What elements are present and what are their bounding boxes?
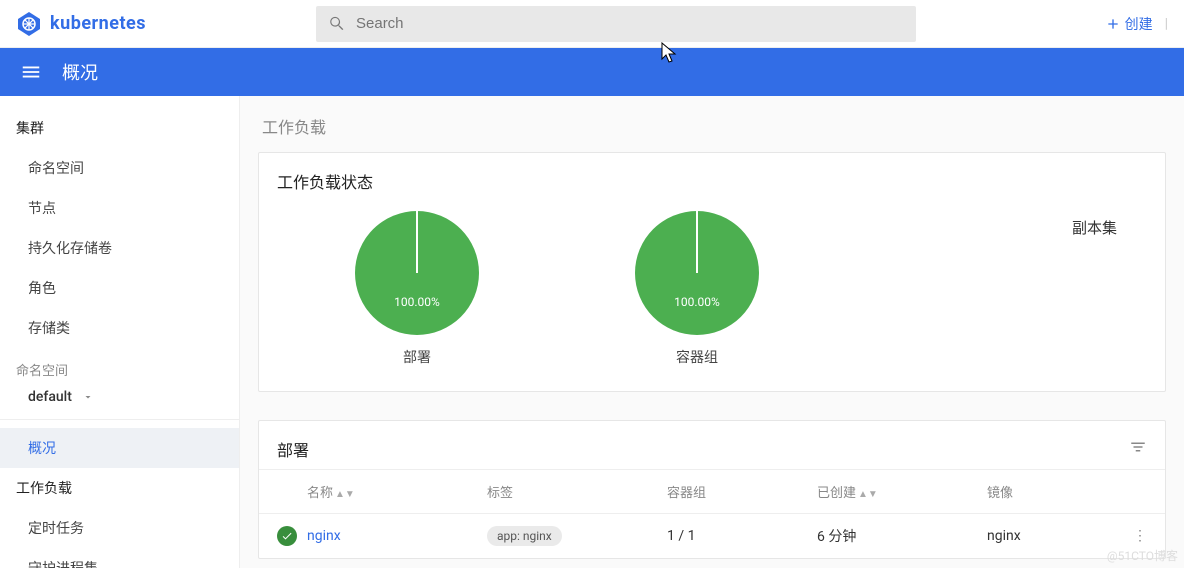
namespace-selector[interactable]: default <box>0 383 239 420</box>
status-card-title: 工作负载状态 <box>259 153 1165 201</box>
kubernetes-logo-icon <box>16 11 42 37</box>
logo[interactable]: kubernetes <box>16 11 316 37</box>
label-chip: app: nginx <box>487 526 562 546</box>
sidebar-item-nodes[interactable]: 节点 <box>0 188 239 228</box>
chart-pods: 100.00% 容器组 <box>557 211 837 367</box>
main-layout: 集群 命名空间 节点 持久化存储卷 角色 存储类 命名空间 default 概况… <box>0 96 1184 568</box>
charts-row: 100.00% 部署 100.00% 容器组 副本集 <box>259 201 1165 391</box>
page-title: 概况 <box>62 59 98 85</box>
create-label: 创建 <box>1125 14 1153 34</box>
create-button[interactable]: 创建 <box>1105 14 1153 34</box>
col-image[interactable]: 镜像 <box>987 482 1127 501</box>
col-created[interactable]: 已创建▲▼ <box>817 482 987 501</box>
sidebar-head-cluster[interactable]: 集群 <box>0 108 239 148</box>
col-labels[interactable]: 标签 <box>487 482 667 501</box>
deployment-link[interactable]: nginx <box>307 528 341 544</box>
action-bar: 概况 <box>0 48 1184 96</box>
cell-image: nginx <box>987 528 1127 544</box>
sidebar-head-workloads[interactable]: 工作负载 <box>0 468 239 508</box>
top-actions: 创建 | <box>1105 14 1168 34</box>
sidebar-item-storageclass[interactable]: 存储类 <box>0 308 239 348</box>
pie-percent: 100.00% <box>394 295 440 309</box>
search-icon <box>328 15 346 33</box>
watermark: @51CTO博客 <box>1107 547 1178 564</box>
top-header: kubernetes 创建 | <box>0 0 1184 48</box>
pie-percent: 100.00% <box>674 295 720 309</box>
pie-caption: 部署 <box>403 347 431 367</box>
status-ok-icon <box>277 526 297 546</box>
sidebar-item-namespaces[interactable]: 命名空间 <box>0 148 239 188</box>
sidebar-item-cronjobs[interactable]: 定时任务 <box>0 508 239 548</box>
sidebar: 集群 命名空间 节点 持久化存储卷 角色 存储类 命名空间 default 概况… <box>0 96 240 568</box>
workload-status-card: 工作负载状态 100.00% 部署 100.00% 容器组 副本集 <box>258 152 1166 392</box>
col-name[interactable]: 名称▲▼ <box>307 482 487 501</box>
replicaset-label: 副本集 <box>837 211 1147 367</box>
search-input[interactable] <box>356 15 904 32</box>
namespace-selected: default <box>28 389 72 405</box>
sort-icon: ▲▼ <box>335 492 355 498</box>
chart-deployments: 100.00% 部署 <box>277 211 557 367</box>
pie-deployments: 100.00% <box>355 211 479 335</box>
col-pods[interactable]: 容器组 <box>667 482 817 501</box>
sidebar-item-pv[interactable]: 持久化存储卷 <box>0 228 239 268</box>
filter-icon[interactable] <box>1129 438 1147 460</box>
pie-pods: 100.00% <box>635 211 759 335</box>
divider: | <box>1165 16 1168 32</box>
table-row: nginx app: nginx 1 / 1 6 分钟 nginx ⋮ <box>259 513 1165 558</box>
sidebar-item-roles[interactable]: 角色 <box>0 268 239 308</box>
cell-created: 6 分钟 <box>817 526 987 546</box>
sidebar-ns-label: 命名空间 <box>0 354 239 383</box>
brand-text: kubernetes <box>50 13 146 34</box>
menu-icon[interactable] <box>20 61 42 83</box>
row-menu-button[interactable]: ⋮ <box>1127 528 1147 544</box>
pie-caption: 容器组 <box>676 347 718 367</box>
deploy-card-title: 部署 <box>277 437 309 461</box>
section-label: 工作负载 <box>258 114 1166 138</box>
sidebar-item-daemonsets[interactable]: 守护进程集 <box>0 548 239 568</box>
cell-pods: 1 / 1 <box>667 528 817 544</box>
table-header: 名称▲▼ 标签 容器组 已创建▲▼ 镜像 <box>259 469 1165 513</box>
plus-icon <box>1105 16 1121 32</box>
search-field[interactable] <box>316 6 916 42</box>
sidebar-item-overview[interactable]: 概况 <box>0 428 239 468</box>
sort-icon: ▲▼ <box>858 492 878 498</box>
chevron-down-icon <box>82 391 94 403</box>
content-area: 工作负载 工作负载状态 100.00% 部署 100.00% 容器组 副本集 <box>240 96 1184 568</box>
deployments-card: 部署 名称▲▼ 标签 容器组 已创建▲▼ 镜像 <box>258 420 1166 559</box>
